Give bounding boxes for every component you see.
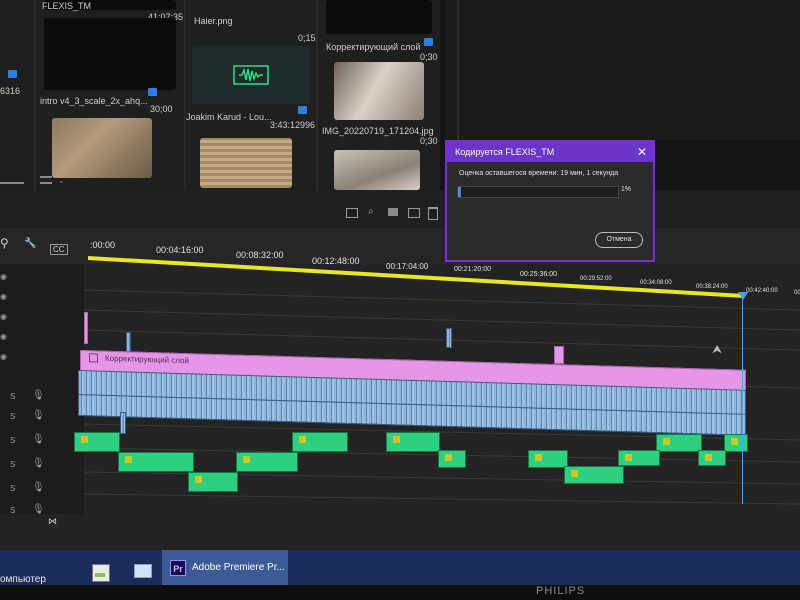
audio-clip-icon [445,454,452,461]
monitor-bezel: PHILIPS [0,585,800,600]
project-item-name: FLEXIS_TM [42,1,92,11]
audio-clip-icon [571,470,578,477]
audio-waveform-icon [233,65,269,85]
audio-clip[interactable] [564,466,624,484]
audio-clip[interactable] [528,450,568,468]
project-item-duration: 0;30 [420,52,438,62]
project-item-thumbnail[interactable] [334,150,420,190]
audio-clip-icon [81,436,88,443]
project-item-name: Haier.png [194,16,233,26]
project-item-thumbnail[interactable] [200,138,292,188]
audio-clip-icon [125,456,132,463]
playhead-line[interactable] [742,294,743,504]
audio-clip-icon [625,454,632,461]
dialog-title: Кодируется FLEXIS_TM [447,142,653,162]
audio-clip-icon [731,438,738,445]
project-item-duration: 0;30 [420,136,438,146]
audio-clip-icon [705,454,712,461]
audio-clip[interactable] [618,450,660,466]
close-icon[interactable]: ✕ [637,145,647,159]
project-item-duration: 30;00 [150,104,173,114]
panel-toolbar: ⌄ ⌕ [0,176,800,228]
search-icon[interactable]: ⌕ [368,206,374,217]
project-item-name: Joakim Karud - Lou... [186,112,272,122]
audio-clip[interactable] [118,452,194,472]
premiere-taskbar-label: Adobe Premiere Pr... [192,562,285,573]
playhead-handle[interactable] [738,292,748,300]
project-panel: 6316 FLEXIS_TM 41:07:35 intro v4_3_scale… [0,0,440,190]
project-item-name: Корректирующий слой [326,42,421,52]
timeline-panel: ⚲ 🔧 CC :00:00 00:04:16:00 00:08:32:00 00… [0,228,800,550]
audio-clip-icon [195,476,202,483]
trash-icon[interactable] [428,207,438,220]
project-item-duration: 0;15 [298,33,316,43]
chevron-down-icon[interactable]: ⌄ [58,176,65,185]
partial-value: 6316 [0,86,21,96]
monitor-app-icon[interactable] [134,564,152,578]
audio-clip[interactable] [74,432,120,452]
audio-clip[interactable] [386,432,440,452]
encoding-dialog: Кодируется FLEXIS_TM ✕ Оценка оставшегос… [445,140,655,262]
monitor-brand-logo: PHILIPS [536,585,586,597]
project-item-name: intro v4_3_scale_2x_ahq... [40,96,148,106]
audio-clip[interactable] [438,450,466,468]
adjustment-clip[interactable] [554,346,564,364]
column-divider [316,0,318,190]
adjustment-clip[interactable] [84,312,88,344]
video-badge-icon [8,70,17,78]
audio-badge-icon [298,106,307,114]
project-item-duration: 3:43:12996 [270,120,316,130]
computer-label[interactable]: омпьютер [0,574,46,585]
premiere-pro-icon: Pr [170,560,186,576]
video-badge-icon [424,38,433,46]
new-item-icon[interactable] [408,208,420,218]
audio-clip[interactable] [724,434,748,452]
project-item-thumbnail[interactable] [192,46,310,104]
project-item-thumbnail[interactable] [334,62,424,120]
audio-clip-icon [663,438,670,445]
project-item-thumbnail[interactable] [52,118,152,178]
column-divider [184,0,186,190]
audio-clip[interactable] [292,432,348,452]
audio-clip-icon [535,454,542,461]
adjustment-layer-label: Корректирующий слой [105,353,189,366]
mouse-cursor-icon: ⮝ [712,342,723,356]
video-badge-icon [148,88,157,96]
column-divider [34,0,36,190]
audio-clip-icon [299,436,306,443]
progress-bar [457,186,619,198]
panel-divider [457,0,459,140]
cancel-button[interactable]: Отмена [595,232,643,248]
notepad-graphic [95,573,105,577]
project-item-name: IMG_20220719_171204.jpg [322,126,434,136]
progress-percent: 1% [620,186,631,193]
list-view-icon[interactable] [346,208,358,218]
premiere-taskbar-button[interactable]: Pr Adobe Premiere Pr... [162,550,288,588]
menu-icon[interactable] [40,176,52,184]
project-item-thumbnail[interactable] [326,0,432,34]
progress-fill [458,187,462,197]
video-clip[interactable] [126,332,131,352]
audio-clip-icon [243,456,250,463]
audio-clip[interactable] [236,452,298,472]
audio-clip[interactable] [698,450,726,466]
audio-clip[interactable] [656,434,702,452]
fx-icon [89,353,98,363]
audio-clip[interactable] [188,472,238,492]
video-clip[interactable] [446,328,452,348]
notepad-icon[interactable] [92,564,110,582]
program-monitor-panel [445,0,800,140]
audio-clip-icon [393,436,400,443]
video-clip[interactable] [120,412,126,434]
new-bin-icon[interactable] [388,208,398,216]
slider-handle[interactable] [0,182,24,184]
time-remaining-text: Оценка оставшегося времени: 19 мин, 1 се… [459,170,619,177]
project-item-thumbnail[interactable] [44,18,176,90]
